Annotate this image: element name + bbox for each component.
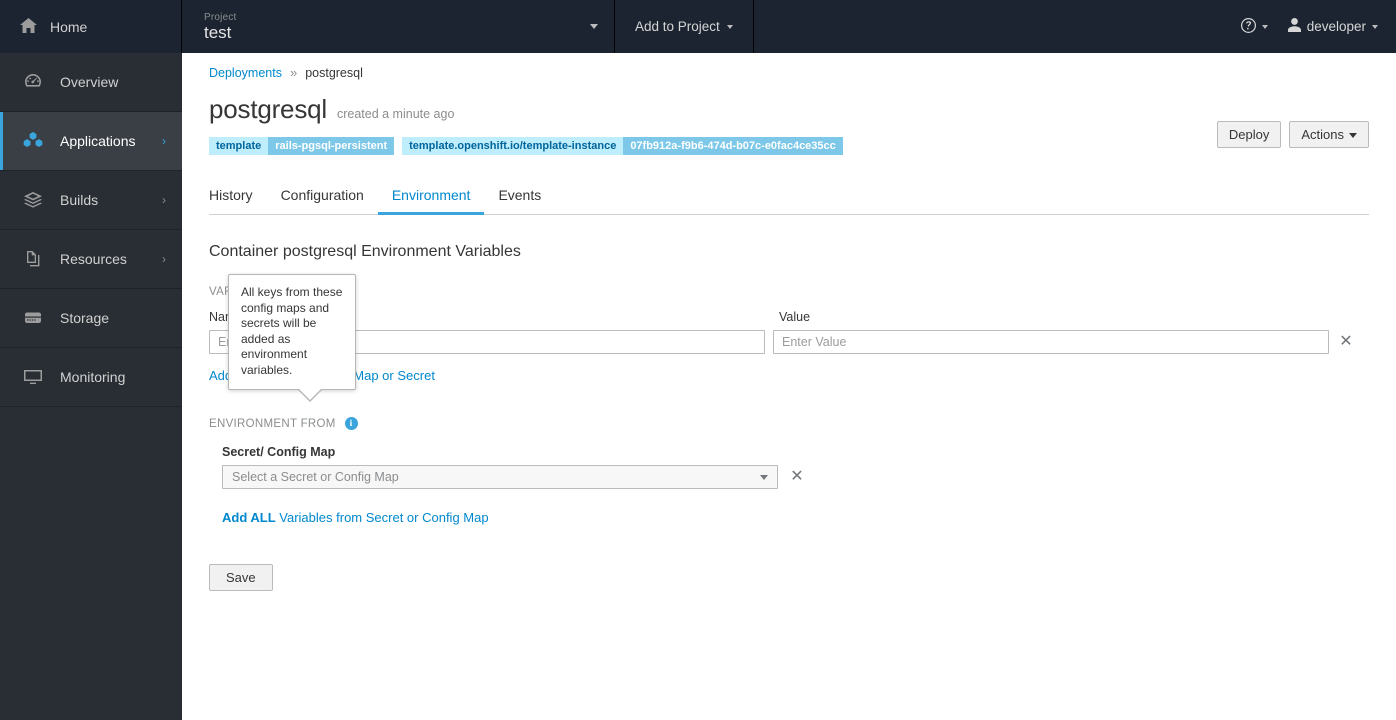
label-value: rails-pgsql-persistent	[268, 137, 395, 155]
label-list: template rails-pgsql-persistent template…	[209, 137, 1369, 155]
app-root: Home Project test Add to Project develop…	[0, 0, 1396, 720]
add-all-variables-from-secret-or-config-map-link[interactable]: Add ALL Variables from Secret or Config …	[222, 510, 489, 525]
chevron-down-icon	[590, 24, 598, 29]
deploy-button[interactable]: Deploy	[1216, 121, 1282, 148]
user-icon	[1287, 18, 1301, 35]
column-header-value: Value	[779, 310, 811, 324]
help-circle-icon	[1240, 17, 1256, 36]
page-title: postgresql	[209, 94, 327, 124]
page-header: postgresql created a minute ago Deploy A…	[182, 80, 1396, 155]
variable-value-input[interactable]	[773, 330, 1329, 354]
label-key: template	[209, 137, 269, 155]
breadcrumb-separator: »	[289, 65, 298, 80]
label-key: template.openshift.io/template-instance	[402, 137, 624, 155]
sidebar-item-label: Overview	[60, 74, 119, 90]
environment-from-tooltip: All keys from these config maps and secr…	[228, 274, 356, 402]
secret-config-map-row: Select a Secret or Config Map ✕	[222, 465, 1369, 489]
chevron-right-icon: ›	[162, 193, 166, 207]
chevron-down-icon	[1372, 24, 1378, 29]
add-to-project-label: Add to Project	[635, 19, 720, 34]
add-all-rest-text: Variables from Secret or Config Map	[275, 510, 489, 525]
sidebar-item-label: Applications	[60, 133, 136, 149]
section-heading: Container postgresql Environment Variabl…	[209, 243, 521, 260]
sidebar-item-overview[interactable]: Overview	[0, 53, 182, 112]
chevron-down-icon	[726, 24, 733, 29]
sidebar-item-label: Builds	[60, 192, 99, 208]
layers-icon	[20, 190, 46, 210]
user-menu[interactable]: developer	[1287, 18, 1378, 35]
sidebar-item-resources[interactable]: Resources ›	[0, 230, 182, 289]
page-actions: Deploy Actions	[1216, 121, 1369, 148]
close-icon[interactable]: ✕	[1337, 333, 1355, 351]
tooltip-text: All keys from these config maps and secr…	[241, 285, 343, 377]
environment-from-section-label: ENVIRONMENT FROM i	[209, 417, 1369, 430]
secret-config-map-label: Secret/ Config Map	[222, 445, 336, 459]
project-label: Project	[204, 11, 237, 23]
page-subtitle: created a minute ago	[336, 107, 455, 121]
actions-button-label: Actions	[1301, 127, 1344, 142]
add-to-project-menu[interactable]: Add to Project	[615, 0, 754, 53]
label-badge[interactable]: template rails-pgsql-persistent	[209, 137, 395, 155]
main-content: Deployments » postgresql postgresql crea…	[182, 53, 1396, 720]
breadcrumb: Deployments » postgresql	[182, 53, 1396, 80]
chevron-down-icon	[760, 474, 768, 480]
masthead-right: developer	[1240, 0, 1396, 53]
sidebar-item-storage[interactable]: Storage	[0, 289, 182, 348]
user-name: developer	[1306, 19, 1366, 34]
masthead-spacer	[754, 0, 1241, 53]
project-name: test	[204, 23, 232, 43]
home-nav-button[interactable]: Home	[0, 0, 182, 53]
environment-from-label-text: ENVIRONMENT FROM	[209, 417, 336, 430]
save-row: Save	[209, 564, 1369, 591]
home-label: Home	[50, 18, 88, 35]
actions-button[interactable]: Actions	[1289, 121, 1369, 148]
variables-section-label: VARIABLES	[209, 286, 1369, 298]
tab-configuration[interactable]: Configuration	[267, 179, 378, 215]
label-badge[interactable]: template.openshift.io/template-instance …	[402, 137, 843, 155]
secret-config-map-select[interactable]: Select a Secret or Config Map	[222, 465, 778, 489]
chevron-right-icon: ›	[162, 252, 166, 266]
tab-bar: History Configuration Environment Events	[209, 179, 1369, 215]
dashboard-icon	[20, 72, 46, 92]
secret-config-map-select-placeholder: Select a Secret or Config Map	[232, 470, 399, 484]
sidebar-item-label: Resources	[60, 251, 127, 267]
database-icon	[20, 310, 46, 326]
tab-environment[interactable]: Environment	[377, 179, 485, 215]
tab-history[interactable]: History	[209, 179, 267, 215]
add-all-bold-text: Add ALL	[222, 510, 276, 525]
files-icon	[20, 249, 46, 269]
label-value: 07fb912a-f9b6-474d-b07c-e0fac4ce35cc	[623, 137, 843, 155]
save-button[interactable]: Save	[209, 564, 273, 591]
help-menu[interactable]	[1240, 17, 1268, 36]
sidebar-item-label: Storage	[60, 310, 110, 326]
add-all-variables-link-row: Add ALL Variables from Secret or Config …	[222, 509, 1369, 527]
sidebar-item-label: Monitoring	[60, 369, 126, 385]
chevron-right-icon: ›	[162, 134, 166, 148]
home-icon	[20, 17, 37, 36]
sidebar: Overview Applications › Builds › Resourc…	[0, 53, 182, 720]
project-selector[interactable]: Project test	[182, 0, 615, 53]
sidebar-item-builds[interactable]: Builds ›	[0, 171, 182, 230]
variables-column-headers: Name Value	[209, 310, 1369, 324]
info-circle-icon[interactable]: i	[344, 417, 358, 430]
chevron-down-icon	[1349, 133, 1357, 139]
sidebar-item-applications[interactable]: Applications ›	[0, 112, 182, 171]
tooltip-arrow	[298, 388, 322, 400]
tab-events[interactable]: Events	[484, 179, 555, 215]
variable-row: ✕	[209, 330, 1369, 354]
sidebar-item-monitoring[interactable]: Monitoring	[0, 348, 182, 407]
add-variable-link-row: Add Value from a Config Map or Secret	[209, 367, 1369, 385]
breadcrumb-current: postgresql	[305, 65, 363, 80]
breadcrumb-link-deployments[interactable]: Deployments	[209, 66, 282, 80]
masthead: Home Project test Add to Project develop…	[0, 0, 1396, 53]
close-icon[interactable]: ✕	[788, 468, 806, 486]
cubes-icon	[20, 131, 46, 151]
monitor-icon	[20, 368, 46, 386]
chevron-down-icon	[1261, 24, 1268, 29]
